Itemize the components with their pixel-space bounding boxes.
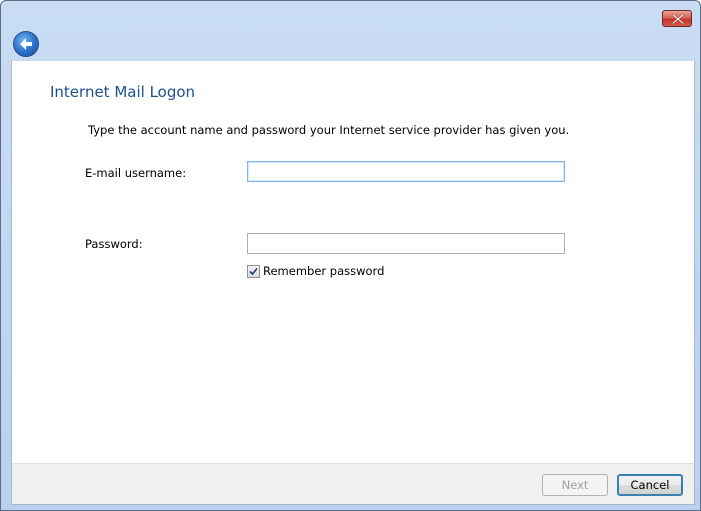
close-icon xyxy=(672,14,684,24)
title-bar xyxy=(1,1,700,61)
remember-password-checkbox[interactable] xyxy=(247,265,260,278)
username-input[interactable] xyxy=(247,161,565,182)
instruction-text: Type the account name and password your … xyxy=(88,123,570,137)
close-button[interactable] xyxy=(662,10,692,27)
checkmark-icon xyxy=(249,267,258,276)
password-label: Password: xyxy=(85,237,143,251)
next-button[interactable]: Next xyxy=(542,474,608,496)
remember-password-label: Remember password xyxy=(263,264,385,278)
back-arrow-icon xyxy=(20,38,32,50)
cancel-button[interactable]: Cancel xyxy=(617,474,683,496)
wizard-window: Internet Mail Logon Type the account nam… xyxy=(0,0,701,511)
page-title: Internet Mail Logon xyxy=(50,83,196,101)
username-label: E-mail username: xyxy=(85,166,187,180)
wizard-footer: Next Cancel xyxy=(11,463,695,505)
wizard-content: Internet Mail Logon Type the account nam… xyxy=(11,61,695,463)
back-button[interactable] xyxy=(13,31,39,57)
password-input[interactable] xyxy=(247,233,565,254)
